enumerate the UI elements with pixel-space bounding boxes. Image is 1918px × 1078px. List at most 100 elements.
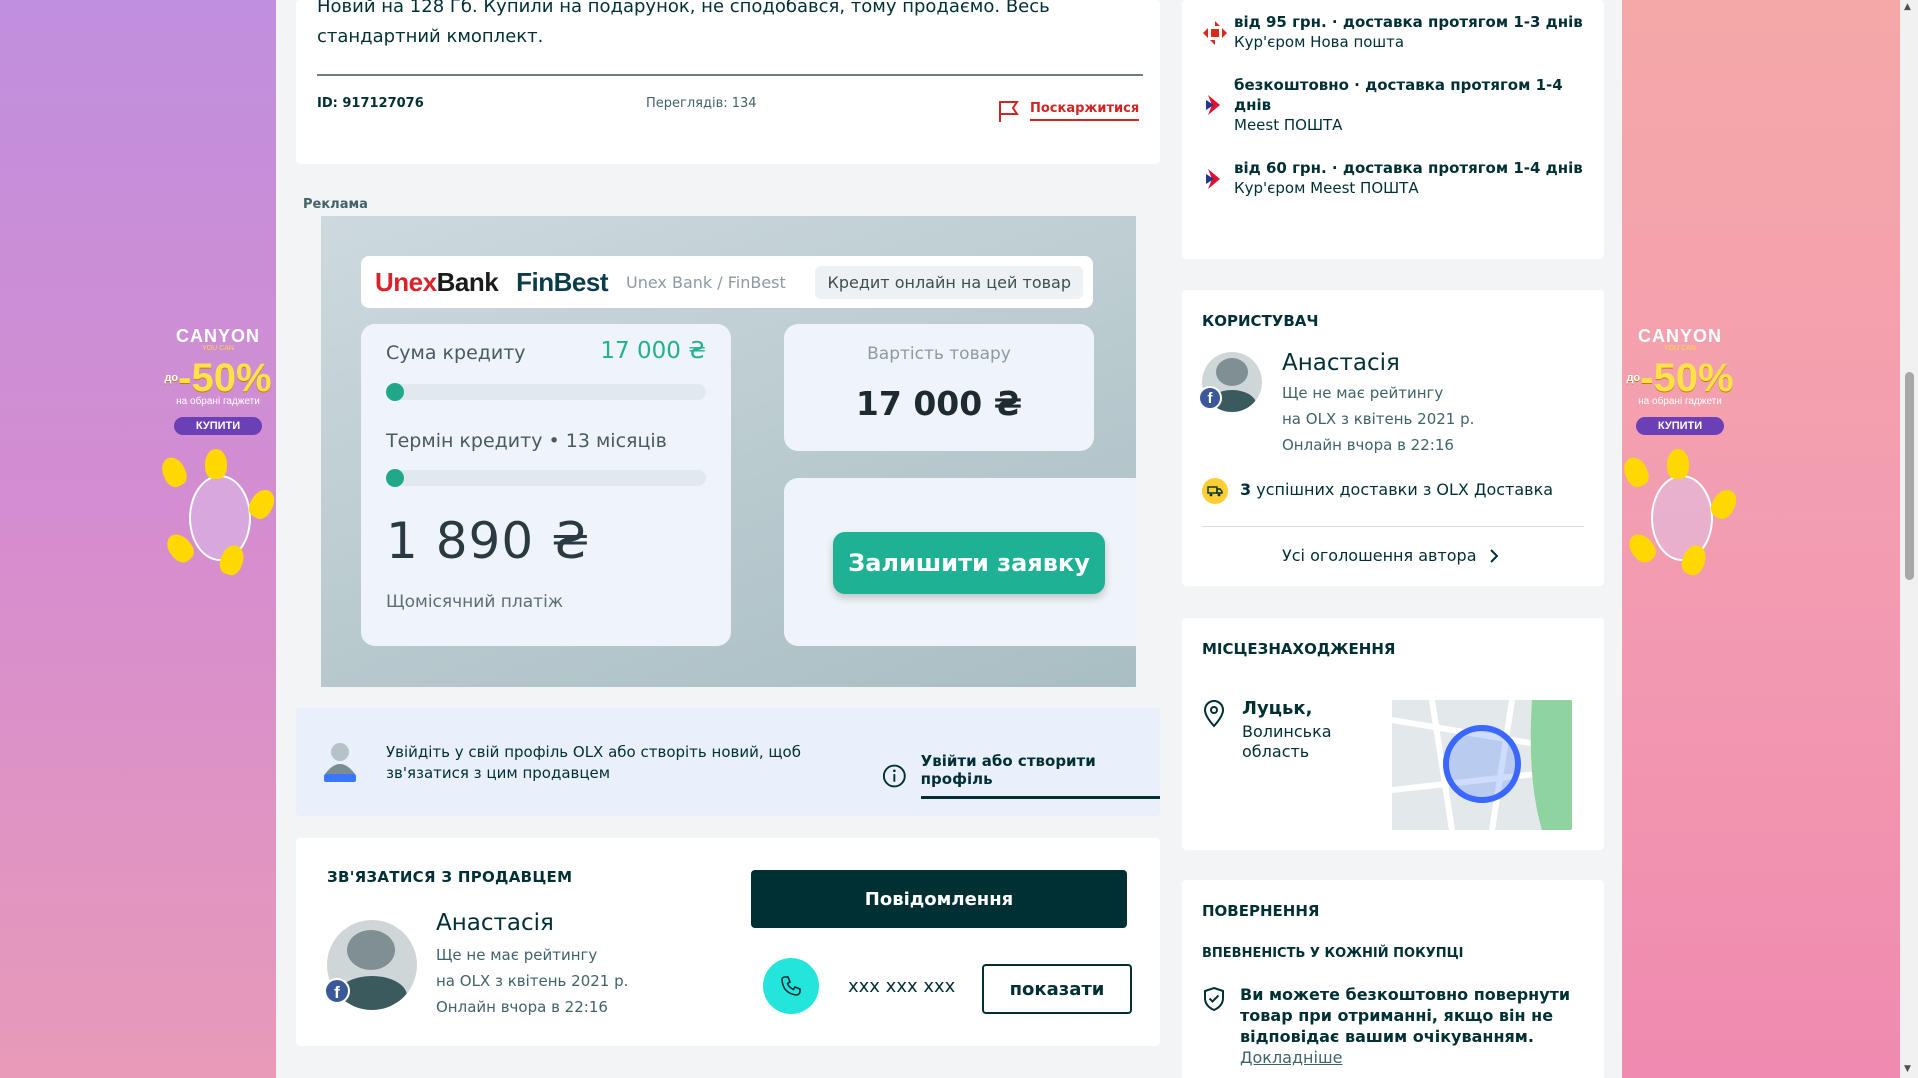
delivery-option-carrier: Meest ПОШТА xyxy=(1234,116,1343,134)
facebook-icon: f xyxy=(1198,386,1222,410)
user-rating: Ще не має рейтингу xyxy=(1282,384,1444,402)
ad-brand: CANYON xyxy=(175,326,260,346)
map-thumbnail[interactable] xyxy=(1392,700,1572,830)
credit-calculator: Сума кредиту 17 000 ₴ Термін кредиту • 1… xyxy=(361,324,731,646)
credit-term-label: Термін кредиту • 13 місяців xyxy=(386,430,667,452)
delivery-option-carrier: Кур'єром Нова пошта xyxy=(1234,33,1405,51)
scroll-down-icon[interactable]: ▼ xyxy=(1904,1064,1911,1074)
user-title: КОРИСТУВАЧ xyxy=(1202,312,1319,330)
credit-term-slider[interactable] xyxy=(386,469,706,487)
facebook-icon: f xyxy=(324,978,350,1004)
slider-knob[interactable] xyxy=(386,383,404,401)
seller-name: Анастасія xyxy=(436,910,554,936)
finbest-logo: FinBest xyxy=(516,266,608,297)
delivery-card: від 95 грн. · доставка протягом 1-3 днів… xyxy=(1182,0,1604,259)
ad-buy-button[interactable]: КУПИТИ xyxy=(1635,417,1725,435)
scrollbar-thumb[interactable] xyxy=(1905,372,1914,580)
truck-icon xyxy=(1207,486,1223,497)
monthly-payment-caption: Щомісячний платіж xyxy=(386,592,564,612)
ad-brand-sub: YOU CAN xyxy=(1664,345,1696,352)
avatar-head xyxy=(347,930,395,970)
flag-icon xyxy=(999,101,1019,122)
chevron-right-icon xyxy=(1489,548,1498,563)
report-link[interactable]: Поскаржитися xyxy=(996,98,1140,124)
monthly-payment-value: 1 890 ₴ xyxy=(386,512,591,570)
delivery-option: безкоштовно · доставка протягом 1-4 днів… xyxy=(1234,75,1574,135)
credit-chip: Кредит онлайн на цей товар xyxy=(815,265,1083,299)
message-button[interactable]: Повідомлення xyxy=(751,870,1127,928)
phone-icon xyxy=(781,976,801,996)
contact-title: ЗВ'ЯЗАТИСЯ З ПРОДАВЦЕМ xyxy=(327,868,573,886)
scrollbar[interactable]: ▲ ▼ xyxy=(1900,0,1918,1078)
product-price-box: Вартість товару 17 000 ₴ xyxy=(784,324,1094,451)
deliveries-badge xyxy=(1202,478,1228,504)
ad-label: Реклама xyxy=(303,197,368,212)
ad-brand-sub: YOU CAN xyxy=(202,345,234,352)
returns-text: Ви можете безкоштовно повернути товар пр… xyxy=(1240,985,1571,1046)
unex-bank-logo: UnexBank xyxy=(375,266,499,298)
avatar-head xyxy=(1216,358,1248,386)
product-price-label: Вартість товару xyxy=(867,344,1011,364)
all-ads-label: Усі оголошення автора xyxy=(1282,546,1477,565)
credit-sum-value: 17 000 ₴ xyxy=(600,338,706,364)
credit-ad-banner[interactable]: UnexBank FinBest Unex Bank / FinBest Кре… xyxy=(321,216,1136,687)
show-phone-button[interactable]: показати xyxy=(982,964,1132,1014)
right-side-ad[interactable]: CANYON YOU CAN до-50% на обрані гаджети … xyxy=(1610,326,1750,579)
login-prompt: Увійдіть у свій профіль OLX або створіть… xyxy=(296,708,1160,816)
nova-poshta-icon xyxy=(1203,21,1227,45)
ad-buy-button[interactable]: КУПИТИ xyxy=(173,417,263,435)
user-online: Онлайн вчора в 22:16 xyxy=(1282,436,1454,454)
divider xyxy=(1202,526,1584,527)
login-link-label: Увійти або створити профіль xyxy=(920,752,1160,799)
user-card: КОРИСТУВАЧ f Анастасія Ще не має рейтинг… xyxy=(1182,290,1604,586)
all-ads-link[interactable]: Усі оголошення автора xyxy=(1282,546,1499,565)
deliveries-count: 3 xyxy=(1240,480,1252,499)
returns-subtitle: ВПЕВНЕНІСТЬ У КОЖНІЙ ПОКУПЦІ xyxy=(1202,946,1464,961)
meest-icon xyxy=(1206,95,1220,115)
ad-promo: до-50% xyxy=(148,356,288,400)
deliveries-text: 3 успішних доставки з OLX Доставка xyxy=(1240,480,1553,499)
phone-button[interactable] xyxy=(763,958,819,1014)
login-link[interactable]: Увійти або створити профіль xyxy=(882,752,1160,799)
flower-icon xyxy=(1667,449,1689,479)
ad-promo: до-50% xyxy=(1610,356,1750,400)
divider xyxy=(317,74,1143,76)
scroll-up-icon[interactable]: ▲ xyxy=(1904,2,1911,12)
returns-title: ПОВЕРНЕННЯ xyxy=(1202,902,1320,920)
ad-flowers-image xyxy=(1619,449,1742,579)
map-image xyxy=(1392,700,1572,830)
ad-promo-prefix: до xyxy=(164,372,179,384)
apply-button[interactable]: Залишити заявку xyxy=(833,532,1105,594)
delivery-option-carrier: Кур'єром Meest ПОШТА xyxy=(1234,179,1419,197)
flower-icon xyxy=(1619,453,1653,491)
unex-logo-part: Unex xyxy=(375,266,437,297)
slider-knob[interactable] xyxy=(386,469,404,487)
returns-card: ПОВЕРНЕННЯ ВПЕВНЕНІСТЬ У КОЖНІЙ ПОКУПЦІ … xyxy=(1182,880,1604,1078)
ad-promo-prefix: до xyxy=(1626,372,1641,384)
delivery-option: від 95 грн. · доставка протягом 1-3 днів… xyxy=(1234,12,1583,52)
gift-box-image xyxy=(189,475,251,561)
ad-flowers-image xyxy=(157,449,280,579)
product-price-value: 17 000 ₴ xyxy=(855,384,1023,423)
deliveries-label: успішних доставки з OLX Доставка xyxy=(1256,480,1554,499)
returns-more-link[interactable]: Докладніше xyxy=(1240,1048,1342,1067)
location-city: Луцьк, xyxy=(1242,698,1313,719)
user-name: Анастасія xyxy=(1282,350,1400,376)
delivery-option-title: безкоштовно · доставка протягом 1-4 днів xyxy=(1234,76,1563,114)
location-region-line1: Волинська xyxy=(1242,722,1332,741)
meest-icon xyxy=(1206,169,1220,189)
listing-views: Переглядів: 134 xyxy=(646,96,757,111)
user-since: на OLX з квітень 2021 р. xyxy=(1282,410,1475,428)
credit-brands: Unex Bank / FinBest xyxy=(626,272,786,292)
shield-icon xyxy=(1204,986,1224,1012)
delivery-option: від 60 грн. · доставка протягом 1-4 днів… xyxy=(1234,158,1583,198)
bank-logo-part: Bank xyxy=(436,266,499,297)
credit-sum-slider[interactable] xyxy=(386,383,706,401)
delivery-option-title: від 60 грн. · доставка протягом 1-4 днів xyxy=(1234,159,1583,177)
left-side-ad[interactable]: CANYON YOU CAN до-50% на обрані гаджети … xyxy=(148,326,288,579)
ad-promo-value: -50% xyxy=(178,356,272,400)
location-title: МІСЦЕЗНАХОДЖЕННЯ xyxy=(1202,640,1396,658)
listing-id: ID: 917127076 xyxy=(317,96,424,111)
seller-online: Онлайн вчора в 22:16 xyxy=(436,998,608,1016)
info-icon xyxy=(882,764,906,787)
